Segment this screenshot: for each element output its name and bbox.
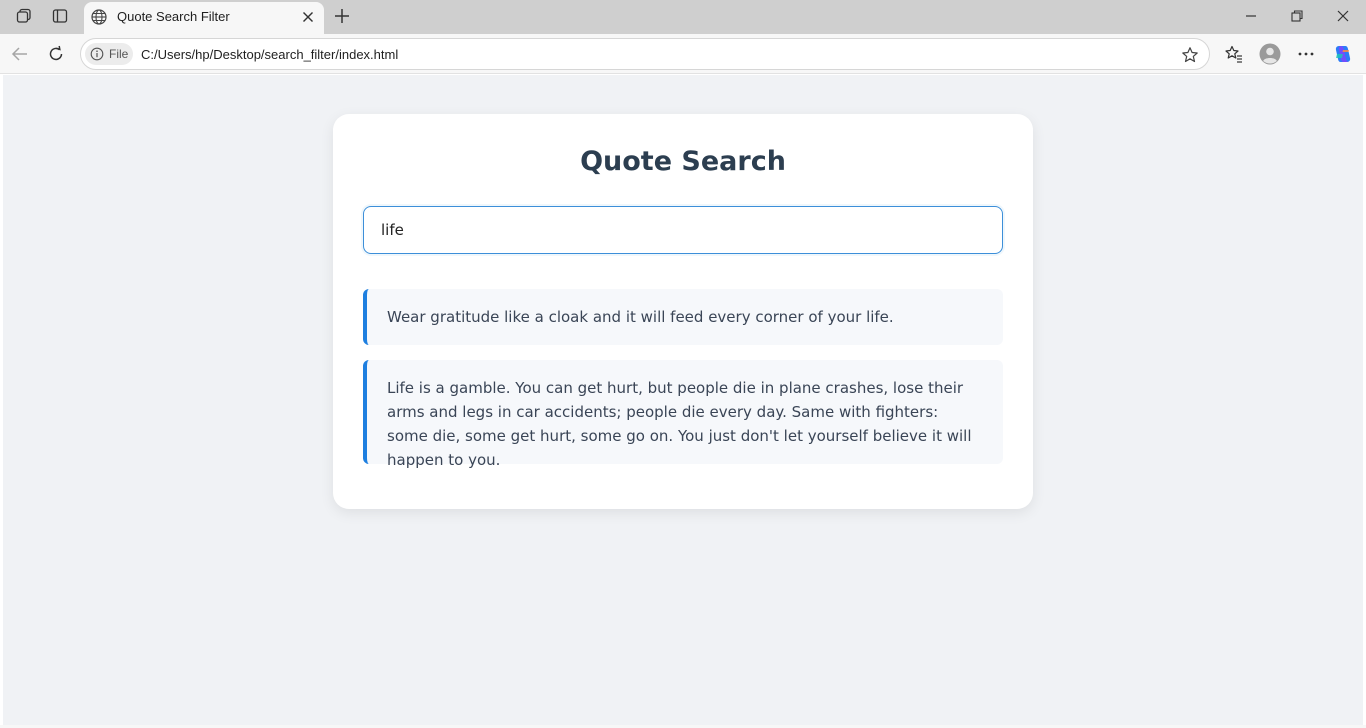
avatar-icon[interactable] xyxy=(1259,43,1281,65)
site-info-chip[interactable]: File xyxy=(85,43,133,65)
globe-icon xyxy=(90,8,108,26)
close-window-icon[interactable] xyxy=(1331,5,1355,27)
new-tab-button[interactable] xyxy=(330,5,354,27)
browser-title-bar: Quote Search Filter xyxy=(0,0,1366,34)
minimize-icon[interactable] xyxy=(1239,5,1263,27)
quote-item: Wear gratitude like a cloak and it will … xyxy=(363,289,1003,345)
copilot-icon[interactable] xyxy=(1332,43,1354,65)
url-text[interactable]: C:/Users/hp/Desktop/search_filter/index.… xyxy=(141,47,398,62)
workspaces-icon[interactable] xyxy=(11,4,37,28)
quote-search-card: Quote Search Wear gratitude like a cloak… xyxy=(333,114,1033,509)
quote-item: Life is a gamble. You can get hurt, but … xyxy=(363,360,1003,469)
search-input[interactable] xyxy=(363,206,1003,254)
info-icon xyxy=(90,47,104,61)
tab-title: Quote Search Filter xyxy=(117,9,230,24)
browser-tab[interactable]: Quote Search Filter xyxy=(84,2,324,34)
close-tab-icon[interactable] xyxy=(300,9,316,25)
site-chip-label: File xyxy=(109,47,129,61)
restore-icon[interactable] xyxy=(1285,5,1309,27)
page-title: Quote Search xyxy=(580,146,786,177)
refresh-icon[interactable] xyxy=(44,42,68,66)
back-arrow-icon[interactable] xyxy=(8,42,32,66)
more-icon[interactable] xyxy=(1295,43,1317,65)
browser-toolbar: File C:/Users/hp/Desktop/search_filter/i… xyxy=(0,34,1366,74)
page-viewport: Quote Search Wear gratitude like a cloak… xyxy=(3,75,1363,725)
favorites-icon[interactable] xyxy=(1223,43,1245,65)
star-icon[interactable] xyxy=(1181,46,1199,64)
address-bar[interactable]: File C:/Users/hp/Desktop/search_filter/i… xyxy=(80,38,1210,70)
tab-actions-icon[interactable] xyxy=(47,4,73,28)
